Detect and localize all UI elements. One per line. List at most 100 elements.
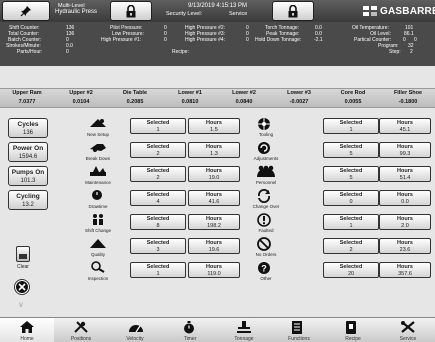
tab-positions[interactable]: Positions	[54, 318, 108, 342]
hours-header: Hours	[206, 120, 222, 126]
hours-header: Hours	[397, 168, 413, 174]
selected-value: 1	[156, 127, 160, 133]
lock-button-right[interactable]	[272, 1, 314, 21]
downtime-label: Shift Change	[84, 228, 112, 233]
hours-box: Hours 1.5	[188, 118, 240, 134]
clear-label: Clear	[17, 264, 29, 270]
downtime-button-new-setup[interactable]: New Setup	[76, 118, 120, 137]
selected-value: 20	[347, 271, 355, 277]
svg-text:?: ?	[261, 264, 267, 274]
selected-value: 1	[156, 271, 160, 277]
high-pressure-1-value: 0	[164, 37, 167, 43]
cycling-counter[interactable]: Cycling 13.2	[8, 190, 48, 210]
downtime-button-drawtime[interactable]: Drawtime	[76, 190, 120, 209]
hours-header: Hours	[397, 120, 413, 126]
selected-header: Selected	[146, 216, 170, 222]
hours-value: 0.0	[401, 199, 409, 205]
tab-label: Recipe	[345, 336, 361, 342]
hours-value: 198.2	[207, 223, 221, 229]
cancel-button[interactable]	[14, 279, 30, 295]
position-name: Lower #3	[287, 90, 311, 96]
tab-service[interactable]: Service	[381, 318, 435, 342]
downtime-button-maintenance[interactable]: Maintenance	[76, 166, 120, 185]
tab-velocity[interactable]: Velocity	[108, 318, 162, 342]
selected-header: Selected	[339, 264, 363, 270]
tab-label: Home	[20, 336, 34, 342]
counter-label: Pumps On	[11, 169, 45, 176]
position-lower-1: Lower #1 0.0810	[163, 89, 217, 106]
selected-header: Selected	[339, 144, 363, 150]
tab-timer[interactable]: Timer	[163, 318, 217, 342]
stopwatch-icon	[184, 321, 194, 334]
brand-name: GASBARRE	[380, 5, 435, 17]
downtime-button-change-over[interactable]: Change Over	[244, 189, 288, 209]
tab-functions[interactable]: Functions	[272, 318, 326, 342]
gasbarre-logo-icon	[363, 6, 377, 16]
brand-logo: GASBARRE	[363, 1, 435, 21]
downtime-label: Adjustments	[253, 156, 279, 161]
hours-header: Hours	[397, 240, 413, 246]
tab-tonnage[interactable]: Tonnage	[217, 318, 271, 342]
downtime-button-faulted[interactable]: Faulted	[244, 213, 288, 233]
hours-box: Hours 41.6	[188, 190, 240, 206]
hours-box: Hours 45.1	[379, 118, 431, 134]
selected-header: Selected	[146, 240, 170, 246]
selected-header: Selected	[339, 216, 363, 222]
step-value: 2	[410, 49, 413, 55]
step-label: Step:	[389, 49, 401, 55]
hours-box: Hours 198.2	[188, 214, 240, 230]
hours-value: 357.6	[398, 271, 412, 277]
downtime-button-other[interactable]: ? Other	[244, 262, 288, 281]
downtime-label: Quality	[90, 252, 105, 257]
selected-header: Selected	[146, 264, 170, 270]
hours-box: Hours 99.3	[379, 142, 431, 158]
downtime-button-inspection[interactable]: Inspection	[76, 261, 120, 281]
hours-box: Hours 119.0	[188, 262, 240, 278]
tab-label: Timer	[183, 336, 197, 342]
downtime-button-no-orders[interactable]: No Orders	[244, 237, 288, 257]
selected-value: 4	[156, 199, 160, 205]
hold-down-tonnage-label: Hold Down Tonnage:	[255, 37, 302, 43]
hours-value: 1.5	[210, 127, 218, 133]
lock-button-left[interactable]	[110, 1, 152, 21]
counter-value: 1594.6	[18, 154, 38, 160]
parts-hour-label: Parts/Hour:	[17, 49, 43, 55]
hours-value: 41.6	[208, 199, 220, 205]
hours-box: Hours 0.0	[379, 190, 431, 206]
selected-value: 2	[349, 247, 353, 253]
downtime-button-tooling[interactable]: Tooling	[244, 118, 288, 137]
pumps-on-counter[interactable]: Pumps On 101.3	[8, 166, 48, 186]
position-name: Lower #1	[178, 90, 202, 96]
hours-value: 19.6	[208, 247, 220, 253]
tab-recipe[interactable]: Recipe	[326, 318, 380, 342]
hours-header: Hours	[206, 240, 222, 246]
selected-box: Selected 1	[130, 262, 186, 278]
downtime-button-personnel[interactable]: Personnel	[244, 165, 288, 185]
position-value: 0.0055	[344, 99, 362, 105]
tab-home[interactable]: Home	[0, 318, 54, 342]
downtime-button-quality[interactable]: Quality	[76, 238, 120, 257]
downtime-label: Other	[260, 276, 272, 281]
counter-label: Cycling	[16, 193, 40, 200]
downtime-button-adjustments[interactable]: Adjustments	[244, 142, 288, 161]
downtime-label: Faulted	[258, 228, 274, 233]
power-on-counter[interactable]: Power On 1594.6	[8, 142, 48, 162]
counter-value: 13.2	[22, 202, 34, 208]
selected-header: Selected	[339, 168, 363, 174]
downtime-button-break-down[interactable]: Break Down	[76, 142, 120, 161]
hours-box: Hours 51.4	[379, 166, 431, 182]
selected-value: 0	[349, 199, 353, 205]
bottom-nav: Home Positions Velocity Timer Tonnage Fu…	[0, 317, 435, 342]
position-value: 7.0377	[18, 99, 36, 105]
pin-icon	[20, 6, 31, 17]
downtime-button-shift-change[interactable]: Shift Change	[76, 214, 120, 233]
security-level-value: Service	[229, 11, 248, 17]
selected-box: Selected 1	[323, 214, 379, 230]
position-value: -0.1800	[398, 99, 418, 105]
position-value: 0.0104	[72, 99, 90, 105]
selected-box: Selected 2	[130, 166, 186, 182]
clear-button[interactable]	[16, 246, 30, 262]
downtime-label: Maintenance	[85, 180, 111, 185]
pin-button[interactable]	[2, 1, 50, 21]
cycles-counter[interactable]: Cycles 136	[8, 118, 48, 138]
